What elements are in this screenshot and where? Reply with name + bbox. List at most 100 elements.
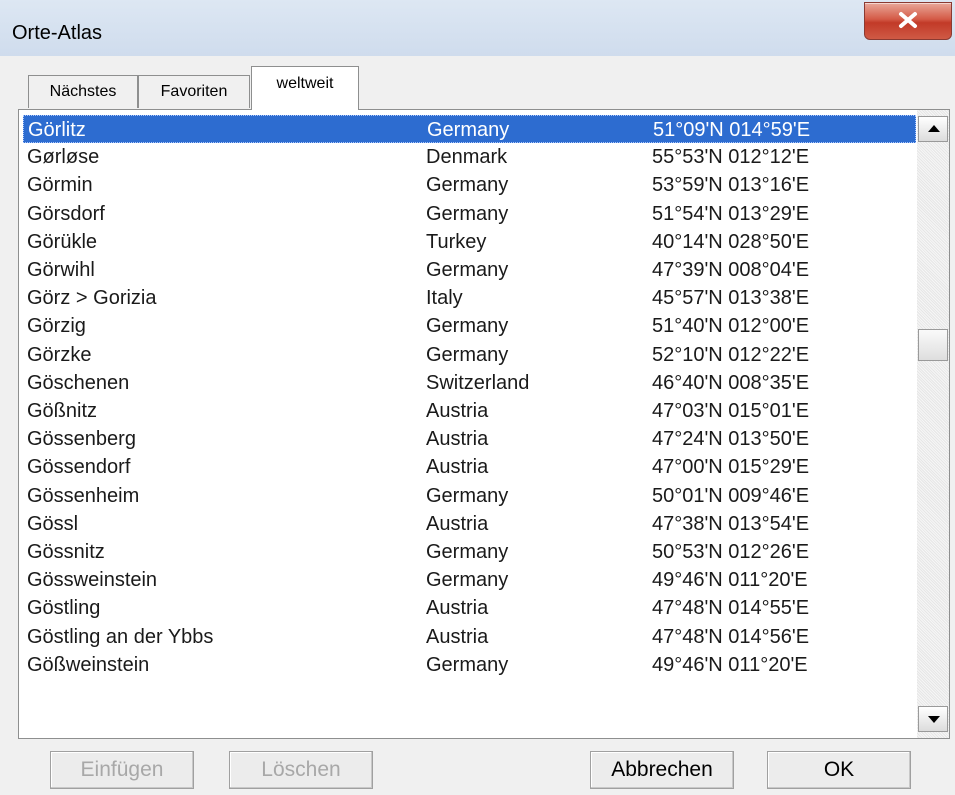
list-row[interactable]: Görzke Germany 52°10'N 012°22'E [23,341,916,369]
place-name: Görmin [27,174,93,197]
place-name: Görsdorf [27,202,105,225]
tab-label: weltweit [276,75,334,92]
place-name: Görükle [27,230,98,253]
scroll-down-button[interactable] [918,706,948,732]
place-coordinates: 47°39'N 008°04'E [652,259,810,281]
list-row[interactable]: Görzig Germany 51°40'N 012°00'E [23,312,916,340]
place-name: Gössenberg [27,428,136,451]
tab-label: Nächstes [49,83,117,100]
place-name: Görzig [27,315,86,338]
scrollbar-thumb[interactable] [918,329,948,361]
list-row[interactable]: Gössnitz Germany 50°53'N 012°26'E [23,538,916,566]
place-coordinates: 47°48'N 014°55'E [652,597,810,620]
list-row[interactable]: Görz > Gorizia Italy 45°57'N 013°38'E [23,284,916,312]
tab-weltweit[interactable]: weltweit [251,66,359,110]
list-row[interactable]: Görlitz Germany 51°09'N 014°59'E [23,115,916,143]
vertical-scrollbar[interactable] [917,110,949,738]
insert-button[interactable]: Einfügen [50,751,194,789]
place-country: Switzerland [426,371,530,394]
place-coordinates: 52°10'N 012°22'E [652,343,810,366]
list-row[interactable]: Görsdorf Germany 51°54'N 013°29'E [23,200,916,228]
list-row[interactable]: Gössendorf Austria 47°00'N 015°29'E [23,453,916,481]
close-icon [899,12,917,28]
list-row[interactable]: Göschenen Switzerland 46°40'N 008°35'E [23,369,916,397]
place-coordinates: 53°59'N 013°16'E [652,174,810,197]
place-coordinates: 50°01'N 009°46'E [652,484,810,507]
place-coordinates: 50°53'N 012°26'E [652,541,810,563]
list-row[interactable]: Görwihl Germany 47°39'N 008°04'E [23,256,916,284]
place-coordinates: 49°46'N 011°20'E [652,569,808,592]
place-country: Austria [426,597,489,620]
place-coordinates: 47°03'N 015°01'E [652,400,810,422]
place-coordinates: 40°14'N 028°50'E [652,230,810,253]
list-row[interactable]: Gössweinstein Germany 49°46'N 011°20'E [23,566,916,594]
place-country: Austria [426,400,489,422]
place-name: Gössendorf [27,456,131,479]
place-name: Gössenheim [27,484,140,507]
place-country: Austria [426,428,489,451]
delete-button[interactable]: Löschen [229,751,373,789]
list-row[interactable]: Göstling an der Ybbs Austria 47°48'N 014°5… [23,623,916,651]
scroll-up-button[interactable] [918,116,948,142]
list-row[interactable]: Gørløse Denmark 55°53'N 012°12'E [23,143,916,171]
place-coordinates: 47°48'N 014°56'E [652,625,810,648]
place-country: Germany [426,343,509,366]
place-country: Germany [426,569,509,592]
places-list-rows: Görlitz Germany 51°09'N 014°59'E Gørløse Den… [19,110,917,738]
place-country: Germany [426,541,509,563]
tab-naechstes[interactable]: Nächstes [28,75,138,108]
place-coordinates: 55°53'N 012°12'E [652,146,810,169]
tab-label: Favoriten [160,83,228,100]
places-list: Görlitz Germany 51°09'N 014°59'E Gørløse Den… [18,109,950,739]
place-coordinates: 45°57'N 013°38'E [652,287,810,310]
close-button[interactable] [864,2,952,40]
list-row[interactable]: Göstling Austria 47°48'N 014°55'E [23,594,916,622]
place-country: Austria [426,625,489,648]
place-name: Görlitz [28,119,86,141]
title-bar: Orte-Atlas [0,0,955,56]
place-coordinates: 51°54'N 013°29'E [652,202,810,225]
place-coordinates: 51°40'N 012°00'E [652,315,810,338]
list-row[interactable]: Gössl Austria 47°38'N 013°54'E [23,510,916,538]
place-name: Göstling an der Ybbs [27,625,214,648]
cancel-button[interactable]: Abbrechen [590,751,734,789]
place-coordinates: 47°00'N 015°29'E [652,456,810,479]
place-name: Görwihl [27,259,95,281]
place-name: Göstling [27,597,101,620]
place-name: Gößnitz [27,400,98,422]
place-name: Gössweinstein [27,569,158,592]
place-coordinates: 47°38'N 013°54'E [652,512,810,535]
place-name: Gößweinstein [27,653,150,676]
place-country: Germany [427,119,510,141]
list-row[interactable]: Gößweinstein Germany 49°46'N 011°20'E [23,651,916,679]
place-country: Germany [426,202,509,225]
window-title: Orte-Atlas [12,22,103,44]
place-country: Germany [426,174,509,197]
place-coordinates: 49°46'N 011°20'E [652,653,808,676]
place-coordinates: 47°24'N 013°50'E [652,428,810,451]
arrow-down-icon [928,716,940,723]
ok-button[interactable]: OK [767,751,911,789]
list-row[interactable]: Gössenberg Austria 47°24'N 013°50'E [23,425,916,453]
place-country: Germany [426,259,509,281]
place-country: Austria [426,512,489,535]
place-coordinates: 51°09'N 014°59'E [653,119,811,141]
place-country: Italy [426,287,463,310]
orte-atlas-dialog: Orte-Atlas Nächstes Favoriten weltweit G… [0,0,955,795]
place-country: Austria [426,456,489,479]
arrow-up-icon [928,125,940,132]
place-name: Görz > Gorizia [27,287,157,310]
place-name: Gössnitz [27,541,105,563]
list-row[interactable]: Gössenheim Germany 50°01'N 009°46'E [23,482,916,510]
place-name: Göschenen [27,371,130,394]
place-name: Gørløse [27,146,100,169]
list-row[interactable]: Görmin Germany 53°59'N 013°16'E [23,171,916,199]
place-country: Germany [426,484,509,507]
place-coordinates: 46°40'N 008°35'E [652,371,810,394]
place-name: Gössl [27,512,79,535]
list-row[interactable]: Gößnitz Austria 47°03'N 015°01'E [23,397,916,425]
place-country: Turkey [426,230,487,253]
place-country: Denmark [426,146,508,169]
tab-favoriten[interactable]: Favoriten [138,75,250,108]
list-row[interactable]: Görükle Turkey 40°14'N 028°50'E [23,228,916,256]
